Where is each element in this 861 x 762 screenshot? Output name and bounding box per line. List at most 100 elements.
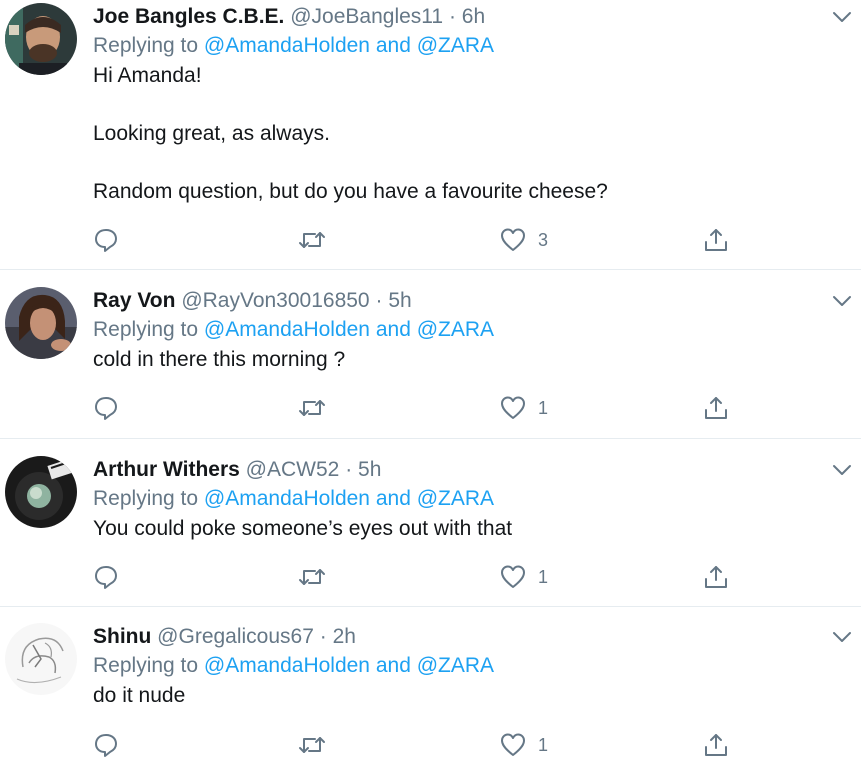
- share-icon: [705, 229, 727, 251]
- tweet[interactable]: Ray Von @RayVon30016850 · 5h Replying to…: [0, 270, 861, 439]
- timestamp[interactable]: 5h: [388, 289, 411, 312]
- reply-icon: [95, 229, 117, 252]
- chevron-down-icon[interactable]: [831, 459, 853, 481]
- share-button[interactable]: [703, 225, 729, 255]
- avatar[interactable]: [5, 287, 77, 359]
- timestamp[interactable]: 2h: [333, 625, 356, 648]
- avatar[interactable]: [5, 3, 77, 75]
- reply-button[interactable]: [93, 225, 119, 255]
- like-button[interactable]: 1: [500, 393, 548, 423]
- tweet[interactable]: Shinu @Gregalicous67 · 2h Replying to @A…: [0, 607, 861, 762]
- timestamp[interactable]: 5h: [358, 458, 381, 481]
- replying-to: Replying to @AmandaHolden and @ZARA: [93, 651, 821, 681]
- like-button[interactable]: 1: [500, 730, 548, 760]
- heart-icon: [501, 565, 525, 588]
- mention-link[interactable]: @ZARA: [417, 34, 494, 57]
- avatar[interactable]: [5, 456, 77, 528]
- tweet-text: Hi Amanda! Looking great, as always. Ran…: [93, 61, 821, 206]
- like-button[interactable]: 3: [500, 225, 548, 255]
- tweet-text-line: Random question, but do you have a favou…: [93, 180, 608, 203]
- chevron-down-icon[interactable]: [831, 6, 853, 28]
- mention-link[interactable]: @ZARA: [417, 654, 494, 677]
- retweet-icon: [299, 569, 325, 585]
- avatar[interactable]: [5, 623, 77, 695]
- tweet-header: Joe Bangles C.B.E. @JoeBangles11 · 6h: [93, 3, 821, 31]
- replying-prefix: Replying to: [93, 318, 199, 341]
- reply-button[interactable]: [93, 393, 119, 423]
- share-button[interactable]: [703, 393, 729, 423]
- heart-icon: [501, 733, 525, 756]
- tweet-actions: 1: [93, 393, 753, 423]
- tweet-actions: 1: [93, 730, 753, 760]
- author-name[interactable]: Arthur Withers: [93, 458, 240, 481]
- mention-link[interactable]: @AmandaHolden: [204, 34, 370, 57]
- tweet-actions: 1: [93, 562, 753, 592]
- mention-link[interactable]: @ZARA: [417, 318, 494, 341]
- retweet-button[interactable]: [298, 393, 326, 423]
- retweet-button[interactable]: [298, 225, 326, 255]
- separator-dot: ·: [345, 458, 353, 481]
- mention-and: and: [375, 487, 411, 510]
- tweet-header: Ray Von @RayVon30016850 · 5h: [93, 287, 821, 315]
- avatar-photo: [5, 623, 77, 695]
- tweet-actions: 3: [93, 225, 753, 255]
- reply-button[interactable]: [93, 730, 119, 760]
- author-name[interactable]: Joe Bangles C.B.E.: [93, 5, 284, 28]
- author-handle[interactable]: @RayVon30016850: [181, 289, 369, 312]
- tweet-text: You could poke someone’s eyes out with t…: [93, 514, 821, 543]
- tweet-text-line: Looking great, as always.: [93, 122, 330, 145]
- replying-prefix: Replying to: [93, 34, 199, 57]
- replying-prefix: Replying to: [93, 487, 199, 510]
- tweet-header: Arthur Withers @ACW52 · 5h: [93, 456, 821, 484]
- mention-and: and: [375, 318, 411, 341]
- share-icon: [705, 397, 727, 419]
- mention-and: and: [375, 34, 411, 57]
- tweet-header: Shinu @Gregalicous67 · 2h: [93, 623, 821, 651]
- heart-icon: [501, 396, 525, 419]
- author-name[interactable]: Shinu: [93, 625, 151, 648]
- like-count: 1: [538, 734, 549, 755]
- avatar-photo: [5, 3, 77, 75]
- mention-link[interactable]: @AmandaHolden: [204, 487, 370, 510]
- heart-icon: [501, 228, 525, 251]
- replying-to: Replying to @AmandaHolden and @ZARA: [93, 315, 821, 345]
- share-icon: [705, 566, 727, 588]
- mention-link[interactable]: @ZARA: [417, 487, 494, 510]
- tweet-text-line: do it nude: [93, 684, 186, 707]
- author-handle[interactable]: @ACW52: [246, 458, 340, 481]
- retweet-icon: [299, 232, 325, 248]
- author-handle[interactable]: @Gregalicous67: [157, 625, 314, 648]
- like-count: 1: [538, 566, 549, 587]
- author-handle[interactable]: @JoeBangles11: [290, 5, 443, 28]
- author-name[interactable]: Ray Von: [93, 289, 175, 312]
- replying-prefix: Replying to: [93, 654, 199, 677]
- separator-dot: ·: [319, 625, 327, 648]
- like-count: 3: [538, 229, 549, 250]
- share-button[interactable]: [703, 562, 729, 592]
- tweet-text-line: Hi Amanda!: [93, 64, 202, 87]
- like-button[interactable]: 1: [500, 562, 548, 592]
- separator-dot: ·: [375, 289, 383, 312]
- tweet[interactable]: Arthur Withers @ACW52 · 5h Replying to @…: [0, 439, 861, 607]
- like-count: 1: [538, 397, 549, 418]
- mention-link[interactable]: @AmandaHolden: [204, 654, 370, 677]
- retweet-button[interactable]: [298, 562, 326, 592]
- replying-to: Replying to @AmandaHolden and @ZARA: [93, 31, 821, 61]
- retweet-button[interactable]: [298, 730, 326, 760]
- tweet-text-line: You could poke someone’s eyes out with t…: [93, 517, 513, 540]
- avatar-photo: [5, 456, 77, 528]
- reply-icon: [95, 566, 117, 589]
- avatar-photo: [5, 287, 77, 359]
- chevron-down-icon[interactable]: [831, 290, 853, 312]
- timestamp[interactable]: 6h: [462, 5, 485, 28]
- tweet-text-line: cold in there this morning ?: [93, 348, 346, 371]
- reply-button[interactable]: [93, 562, 119, 592]
- mention-link[interactable]: @AmandaHolden: [204, 318, 370, 341]
- replying-to: Replying to @AmandaHolden and @ZARA: [93, 484, 821, 514]
- reply-icon: [95, 734, 117, 757]
- retweet-icon: [299, 737, 325, 753]
- share-button[interactable]: [703, 730, 729, 760]
- share-icon: [705, 734, 727, 756]
- tweet[interactable]: Joe Bangles C.B.E. @JoeBangles11 · 6h Re…: [0, 0, 861, 270]
- chevron-down-icon[interactable]: [831, 626, 853, 648]
